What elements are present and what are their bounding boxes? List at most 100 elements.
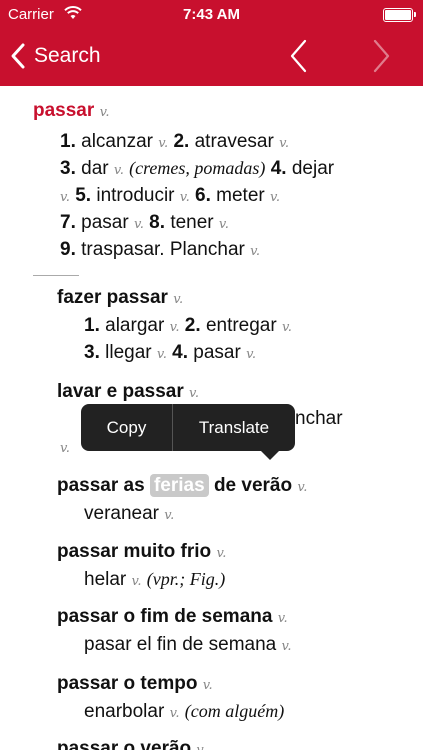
sense-number: 2. [173, 131, 190, 152]
translation-word[interactable]: enarbolar [84, 701, 164, 722]
translation-word[interactable]: llegar [105, 342, 151, 363]
translation-line: 3. llegar v. 4. pasar v. [84, 342, 256, 364]
translation-word[interactable]: alcanzar [81, 131, 153, 152]
sense-number: 3. [60, 158, 76, 179]
menu-arrow [261, 451, 279, 460]
pos-label: v. [196, 743, 206, 750]
translation-word[interactable]: traspasar. Planchar [81, 239, 245, 260]
phrase-text[interactable]: passar o fim de semana [57, 606, 272, 627]
translation-word[interactable]: veranear [84, 503, 159, 524]
pos-label: v. [216, 546, 227, 561]
chevron-left-icon [11, 43, 25, 69]
usage-note: (cremes, pomadas) [129, 158, 266, 178]
pos-label: v. [133, 217, 144, 232]
pos-label: v. [131, 574, 142, 589]
translation-word[interactable]: entregar [206, 315, 277, 336]
phrase-heading: passar o verão v. [57, 738, 206, 750]
phrase-heading: passar o tempo v. [57, 673, 213, 695]
phrase-heading: lavar e passar v. [57, 381, 199, 403]
translation-word[interactable]: alargar [105, 315, 164, 336]
translation-word[interactable]: dar [81, 158, 108, 179]
pos-label: v. [279, 136, 290, 151]
translation-line: 1. alargar v. 2. entregar v. [84, 315, 292, 337]
battery-icon [383, 8, 416, 22]
pos-label: v. [277, 611, 288, 626]
pos-label: v. [281, 639, 292, 654]
translation-word[interactable]: meter [216, 185, 265, 206]
headword: passar v. [33, 100, 110, 122]
status-time: 7:43 AM [183, 6, 240, 23]
phrase-text[interactable]: passar as [57, 475, 145, 496]
pos-label: v. [246, 347, 257, 362]
sense-number: 1. [84, 315, 100, 336]
pos-label: v. [169, 320, 180, 335]
translation-line: v. [60, 436, 70, 458]
phrase-text[interactable]: passar muito frio [57, 541, 211, 562]
headword-pos: v. [99, 105, 110, 120]
phrase-text[interactable]: passar o tempo [57, 673, 197, 694]
pos-label: v. [202, 678, 213, 693]
translation-line: v. 5. introducir v. 6. meter v. [60, 185, 280, 207]
sense-number: 9. [60, 239, 76, 260]
usage-note: (com alguém) [184, 701, 285, 721]
phrase-text[interactable]: de verão [214, 475, 292, 496]
next-entry-icon[interactable] [370, 38, 394, 74]
pos-label: v. [297, 480, 308, 495]
usage-note: (vpr.; Fig.) [146, 569, 226, 589]
pos-label: v. [60, 190, 70, 205]
pos-label: v. [270, 190, 280, 205]
divider [33, 275, 79, 276]
selected-word[interactable]: ferias [149, 474, 209, 497]
back-button[interactable]: Search [8, 38, 101, 74]
sense-number: 2. [184, 315, 201, 336]
sense-number: 5. [75, 185, 92, 206]
translation-line: veranear v. [84, 503, 174, 525]
sense-number: 3. [84, 342, 100, 363]
previous-entry-icon[interactable] [286, 38, 310, 74]
translation-word[interactable]: tener [170, 212, 213, 233]
translation-word[interactable]: pasar [193, 342, 241, 363]
phrase-heading: passar o fim de semana v. [57, 606, 288, 628]
phrase-text[interactable]: fazer passar [57, 287, 168, 308]
sense-number: 4. [172, 342, 188, 363]
status-bar: Carrier 7:43 AM [0, 0, 423, 30]
translation-line: nchar [295, 408, 343, 430]
translation-word[interactable]: pasar [81, 212, 129, 233]
headword-text: passar [33, 100, 95, 121]
pos-label: v. [158, 136, 169, 151]
pos-label: v. [173, 292, 184, 307]
translation-word[interactable]: pasar el fin de semana [84, 634, 276, 655]
pos-label: v. [179, 190, 190, 205]
translation-word[interactable]: dejar [292, 158, 334, 179]
header: Carrier 7:43 AM Search [0, 0, 423, 86]
translation-line: 7. pasar v. 8. tener v. [60, 212, 229, 234]
pos-label: v. [250, 244, 261, 259]
translation-word[interactable]: nchar [295, 408, 343, 429]
translation-word[interactable]: helar [84, 569, 126, 590]
pos-label: v. [113, 163, 124, 178]
pos-label: v. [218, 217, 229, 232]
translation-line: 1. alcanzar v. 2. atravesar v. [60, 131, 289, 153]
phrase-heading: passar muito frio v. [57, 541, 226, 563]
translate-button[interactable]: Translate [173, 404, 295, 451]
translation-word[interactable]: atravesar [195, 131, 274, 152]
pos-label: v. [164, 508, 175, 523]
sense-number: 4. [270, 158, 287, 179]
pos-label: v. [156, 347, 167, 362]
pos-label: v. [169, 706, 180, 721]
back-button-label: Search [34, 44, 101, 67]
translation-line: enarbolar v. (com alguém) [84, 701, 284, 723]
edit-menu: Copy Translate [81, 404, 295, 460]
pos-label: v. [282, 320, 292, 335]
phrase-text[interactable]: passar o verão [57, 738, 191, 750]
phrase-text[interactable]: lavar e passar [57, 381, 184, 402]
translation-word[interactable]: introducir [96, 185, 174, 206]
translation-line: helar v. (vpr.; Fig.) [84, 569, 225, 591]
translation-line: 9. traspasar. Planchar v. [60, 239, 260, 261]
sense-number: 1. [60, 131, 76, 152]
copy-button[interactable]: Copy [81, 404, 172, 451]
phrase-heading: fazer passar v. [57, 287, 183, 309]
translation-line: 3. dar v. (cremes, pomadas) 4. dejar [60, 158, 334, 180]
sense-number: 8. [149, 212, 166, 233]
pos-label: v. [189, 386, 199, 401]
